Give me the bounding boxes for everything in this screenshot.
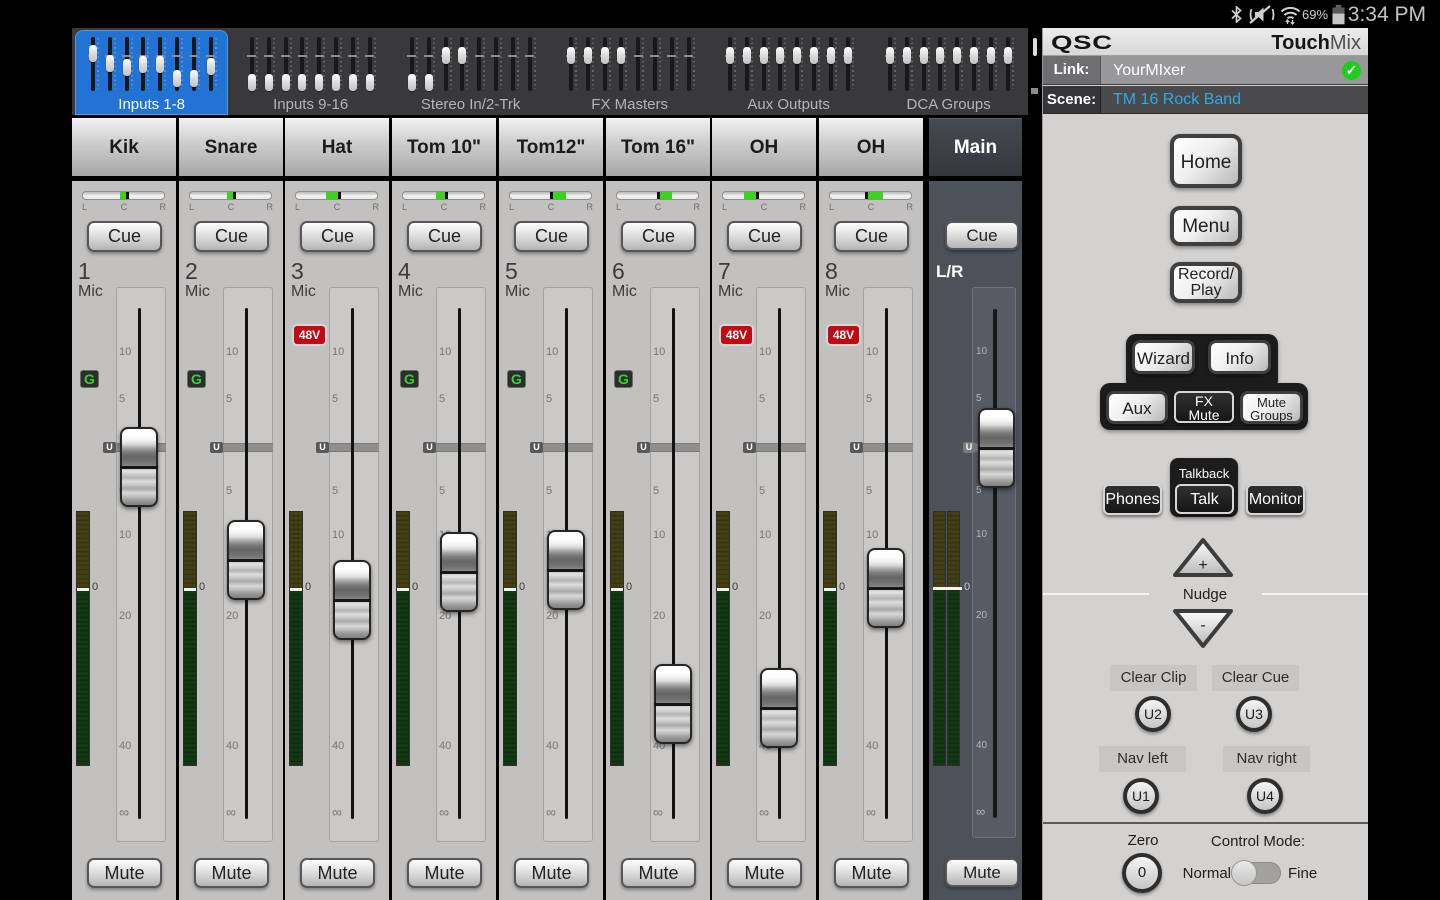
svg-text:+: + <box>1198 557 1207 574</box>
svg-text:-: - <box>1200 617 1205 634</box>
